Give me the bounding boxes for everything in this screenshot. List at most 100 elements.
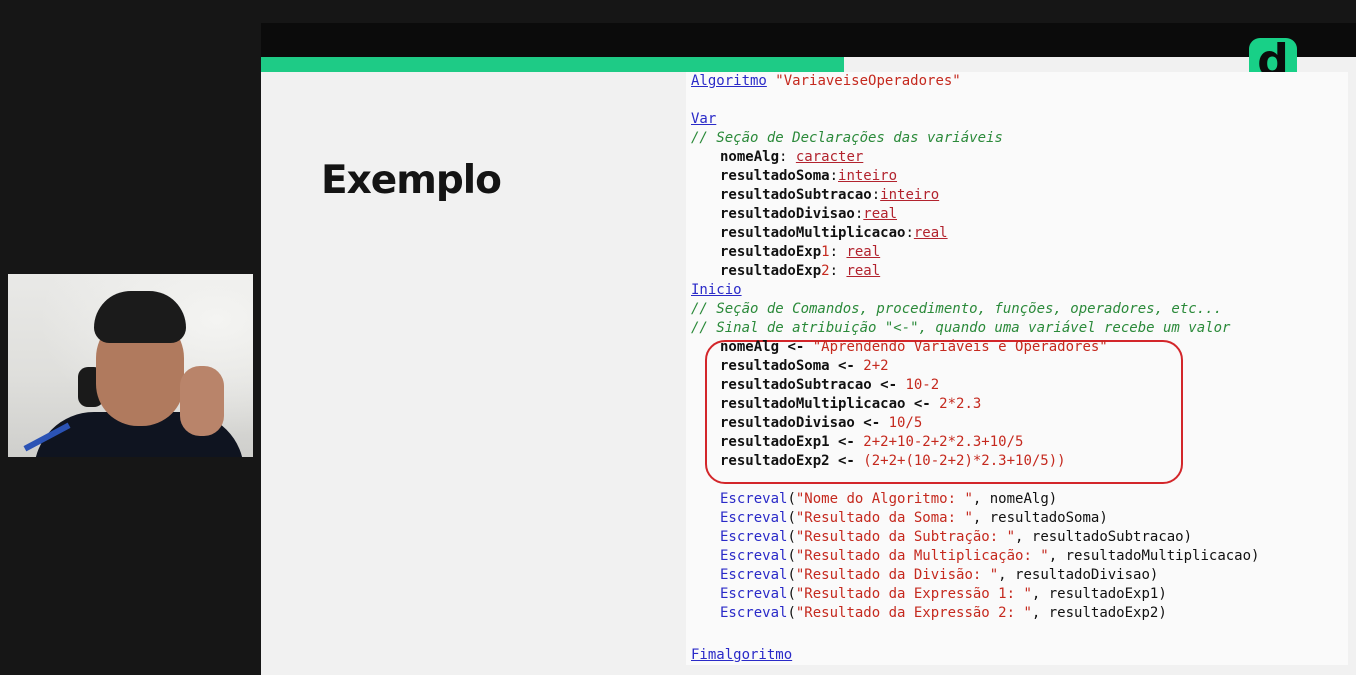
function-name: Escreval [720,491,788,507]
assign-target: resultadoSoma [720,358,830,374]
paren-open: ( [787,586,796,602]
variable-name: resultadoSoma [720,168,830,184]
assign-expression: 2+2+10-2+2*2.3+10/5 [863,434,1024,450]
comma: , [1031,605,1049,621]
assign-expression: 2+2 [863,358,889,374]
variable-name: nomeAlg [720,149,780,165]
separator: : [905,225,914,241]
slide: d Exemplo Algoritmo "VariaveiseOperadore… [261,23,1356,675]
variable-name: resultadoSubtracao [720,187,872,203]
code-line-declaration: resultadoExp1: real [720,243,880,262]
code-line-declaration: nomeAlg: caracter [720,148,863,167]
code-line-escreval: Escreval("Resultado da Divisão: ", resul… [720,566,1158,585]
separator: : [779,149,796,165]
argument: resultadoSubtracao [1031,529,1184,545]
paren-open: ( [787,529,796,545]
function-name: Escreval [720,548,788,564]
code-line-assignment: resultadoDivisao <- 10/5 [720,414,922,433]
paren-close: ) [1048,491,1058,507]
variable-type: caracter [795,149,864,165]
paren-open: ( [787,567,796,583]
code-line-declaration: resultadoDivisao:real [720,205,897,224]
variable-name: resultadoExp [720,244,822,260]
assign-target: nomeAlg [720,339,780,355]
argument: nomeAlg [989,491,1049,507]
presenter-webcam [8,274,253,457]
variable-type: real [913,225,948,241]
code-line-escreval: Escreval("Resultado da Subtração: ", res… [720,528,1192,547]
code-comment: // Seção de Comandos, procedimento, funç… [691,301,1223,317]
code-panel: Algoritmo "VariaveiseOperadores" Var // … [686,72,1348,665]
argument: resultadoExp2 [1048,605,1159,621]
assign-operator: <- [871,377,906,393]
progress-bar [261,57,844,72]
string-literal: "Resultado da Soma: " [795,510,973,526]
function-name: Escreval [720,529,788,545]
code-line-escreval: Escreval("Resultado da Soma: ", resultad… [720,509,1108,528]
assign-expression: 10-2 [905,377,940,393]
code-line-assignment: resultadoExp2 <- (2+2+(10-2+2)*2.3+10/5)… [720,452,1066,471]
code-line-var: Var [691,111,717,127]
code-line-assignment: resultadoSoma <- 2+2 [720,357,889,376]
function-name: Escreval [720,586,788,602]
function-name: Escreval [720,567,788,583]
paren-close: ) [1149,567,1159,583]
code-line-declaration: resultadoSubtracao:inteiro [720,186,939,205]
paren-close: ) [1099,510,1108,526]
variable-type: inteiro [838,168,898,184]
assign-expression: "Aprendendo Variáveis e Operadores" [812,339,1108,355]
assign-target: resultadoMultiplicacao [720,396,906,412]
variable-suffix: 1 [821,244,830,260]
separator: : [871,187,881,203]
slide-top-bar [261,23,1356,57]
paren-close: ) [1158,605,1167,621]
assign-expression: 10/5 [888,415,923,431]
paren-close: ) [1251,548,1260,564]
code-line-escreval: Escreval("Resultado da Multiplicação: ",… [720,547,1259,566]
assign-operator: <- [779,339,813,355]
comma: , [1048,548,1066,564]
assign-expression: (2+2+(10-2+2)*2.3+10/5)) [863,453,1066,469]
paren-close: ) [1183,529,1193,545]
separator: : [829,263,847,279]
comma: , [972,510,990,526]
code-line-fimalgoritmo: Fimalgoritmo [691,647,793,663]
code-line-assignment: resultadoExp1 <- 2+2+10-2+2*2.3+10/5 [720,433,1023,452]
slide-title: Exemplo [321,158,502,203]
assign-target: resultadoSubtracao [720,377,872,393]
assign-operator: <- [829,358,864,374]
assign-target: resultadoExp1 [720,434,830,450]
code-line-assignment: nomeAlg <- "Aprendendo Variáveis e Opera… [720,338,1108,357]
code-line-declaration: resultadoExp2: real [720,262,880,281]
variable-name: resultadoMultiplicacao [720,225,906,241]
variable-name: resultadoDivisao [720,206,855,222]
separator: : [829,168,839,184]
separator: : [829,244,847,260]
code-line-inicio: Inicio [691,282,742,298]
paren-open: ( [787,491,796,507]
assign-operator: <- [829,434,864,450]
paren-open: ( [787,548,796,564]
code-comment: // Sinal de atribuição "<-", quando uma … [691,320,1231,336]
variable-type: real [846,263,881,279]
string-literal: "Resultado da Expressão 1: " [795,586,1032,602]
string-literal: "Resultado da Multiplicação: " [795,548,1049,564]
variable-type: inteiro [880,187,940,203]
paren-open: ( [787,605,796,621]
assign-target: resultadoDivisao [720,415,855,431]
assign-operator: <- [905,396,940,412]
paren-close: ) [1158,586,1167,602]
code-line-escreval: Escreval("Nome do Algoritmo: ", nomeAlg) [720,490,1057,509]
comma: , [998,567,1016,583]
string-literal: "Resultado da Subtração: " [795,529,1016,545]
comma: , [1015,529,1032,545]
paren-open: ( [787,510,796,526]
assign-operator: <- [854,415,889,431]
variable-type: real [863,206,898,222]
variable-suffix: 2 [821,263,830,279]
assign-operator: <- [829,453,864,469]
assign-target: resultadoExp2 [720,453,830,469]
comma: , [972,491,990,507]
function-name: Escreval [720,605,788,621]
code-line-assignment: resultadoSubtracao <- 10-2 [720,376,939,395]
